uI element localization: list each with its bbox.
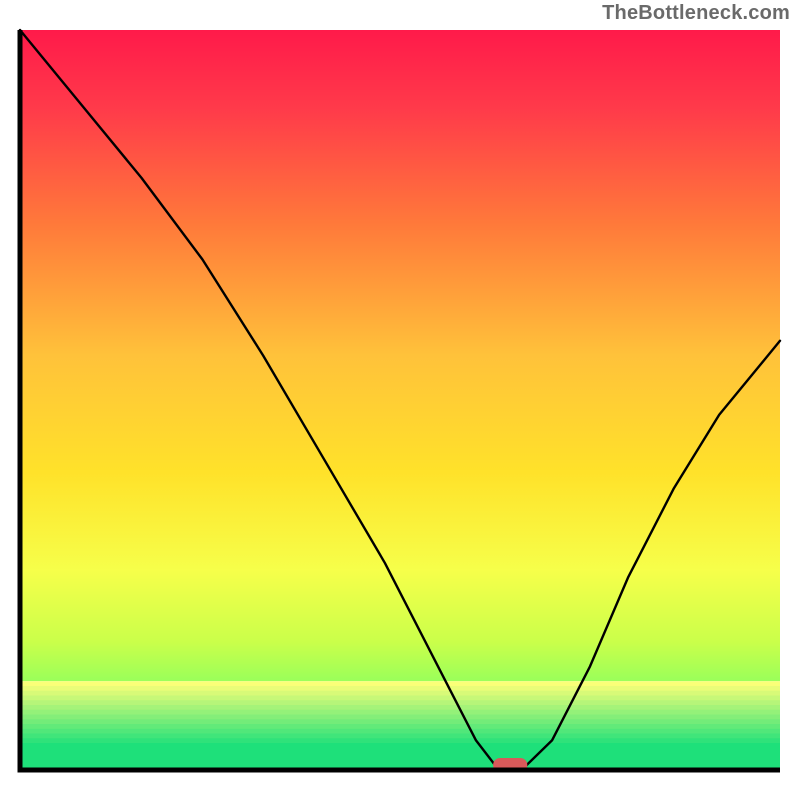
stripe-band bbox=[20, 743, 780, 748]
stripe-band bbox=[20, 700, 780, 705]
stripe-band bbox=[20, 738, 780, 743]
chart-container: TheBottleneck.com bbox=[0, 0, 800, 800]
stripe-band bbox=[20, 734, 780, 739]
stripe-band bbox=[20, 686, 780, 691]
stripe-band bbox=[20, 705, 780, 710]
stripe-band bbox=[20, 715, 780, 720]
green-baseline-band bbox=[20, 748, 780, 770]
stripe-band bbox=[20, 724, 780, 729]
gradient-background bbox=[20, 30, 780, 681]
stripe-band bbox=[20, 681, 780, 686]
bottleneck-chart bbox=[0, 0, 800, 800]
stripe-band bbox=[20, 710, 780, 715]
watermark-text: TheBottleneck.com bbox=[602, 2, 790, 25]
stripe-band bbox=[20, 691, 780, 696]
stripe-band bbox=[20, 729, 780, 734]
stripe-band bbox=[20, 695, 780, 700]
stripe-band bbox=[20, 719, 780, 724]
